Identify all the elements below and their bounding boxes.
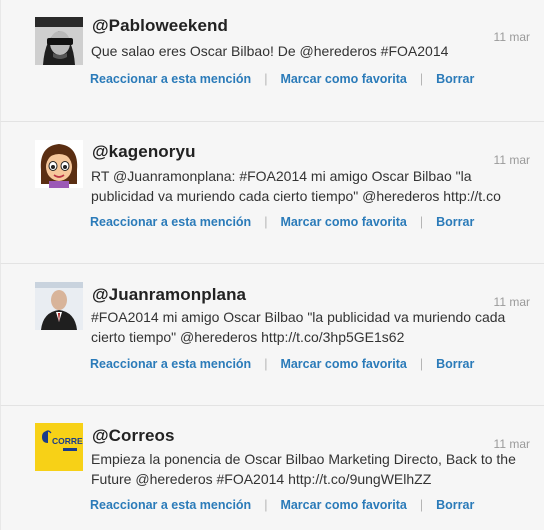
action-separator: |: [264, 357, 268, 371]
correos-logo-icon: CORREOS: [35, 423, 83, 471]
delete-button[interactable]: Borrar: [436, 72, 474, 86]
mention-text: Que salao eres Oscar Bilbao! De @hereder…: [91, 43, 449, 59]
action-separator: |: [419, 498, 424, 512]
mention-actions: Reaccionar a esta mención | Marcar como fa…: [90, 215, 474, 229]
mention-text: #FOA2014 mi amigo Oscar Bilbao "la publi…: [91, 309, 506, 345]
mention-text: RT @Juanramonplana: #FOA2014 mi amigo Os…: [91, 168, 501, 204]
action-separator: |: [264, 72, 268, 86]
mention-item: @Pabloweekend 11 mar Que salao eres Osca…: [0, 0, 544, 121]
action-separator: |: [264, 215, 268, 229]
mention-author-handle[interactable]: @Correos: [92, 426, 175, 446]
action-separator: |: [264, 498, 268, 512]
mention-author-handle[interactable]: @Juanramonplana: [92, 285, 246, 305]
mention-text: Empieza la ponencia de Oscar Bilbao Mark…: [91, 451, 516, 487]
delete-button[interactable]: Borrar: [436, 215, 474, 229]
avatar[interactable]: [35, 140, 83, 188]
mention-actions: Reaccionar a esta mención | Marcar como fa…: [90, 72, 474, 86]
avatar[interactable]: [35, 17, 83, 65]
action-separator: |: [419, 357, 424, 371]
reply-button[interactable]: Reaccionar a esta mención: [90, 215, 251, 229]
delete-button[interactable]: Borrar: [436, 357, 474, 371]
avatar[interactable]: CORREOS: [35, 423, 83, 471]
mention-actions: Reaccionar a esta mención | Marcar como fa…: [90, 498, 474, 512]
favorite-button[interactable]: Marcar como favorita: [280, 357, 406, 371]
reply-button[interactable]: Reaccionar a esta mención: [90, 72, 251, 86]
mention-item: CORREOS @Correos 11 mar Empieza la ponen…: [0, 405, 544, 530]
favorite-button[interactable]: Marcar como favorita: [280, 498, 406, 512]
avatar-photo-icon: [35, 282, 83, 330]
mention-author-handle[interactable]: @Pabloweekend: [92, 16, 228, 36]
mention-author-handle[interactable]: @kagenoryu: [92, 142, 196, 162]
mentions-feed: @Pabloweekend 11 mar Que salao eres Osca…: [0, 0, 544, 530]
avatar-photo-icon: [35, 17, 83, 65]
action-separator: |: [419, 215, 424, 229]
favorite-button[interactable]: Marcar como favorita: [280, 215, 406, 229]
mention-date[interactable]: 11 mar: [494, 153, 530, 167]
avatar[interactable]: [35, 282, 83, 330]
mention-item: @Juanramonplana 11 mar #FOA2014 mi amigo…: [0, 263, 544, 405]
favorite-button[interactable]: Marcar como favorita: [280, 72, 406, 86]
reply-button[interactable]: Reaccionar a esta mención: [90, 498, 251, 512]
action-separator: |: [419, 72, 424, 86]
delete-button[interactable]: Borrar: [436, 498, 474, 512]
cartoon-avatar-icon: [35, 140, 83, 188]
reply-button[interactable]: Reaccionar a esta mención: [90, 357, 251, 371]
mention-item: @kagenoryu 11 mar RT @Juanramonplana: #F…: [0, 121, 544, 263]
correos-logo-text: CORREOS: [52, 436, 83, 446]
mention-actions: Reaccionar a esta mención | Marcar como fa…: [90, 357, 474, 371]
